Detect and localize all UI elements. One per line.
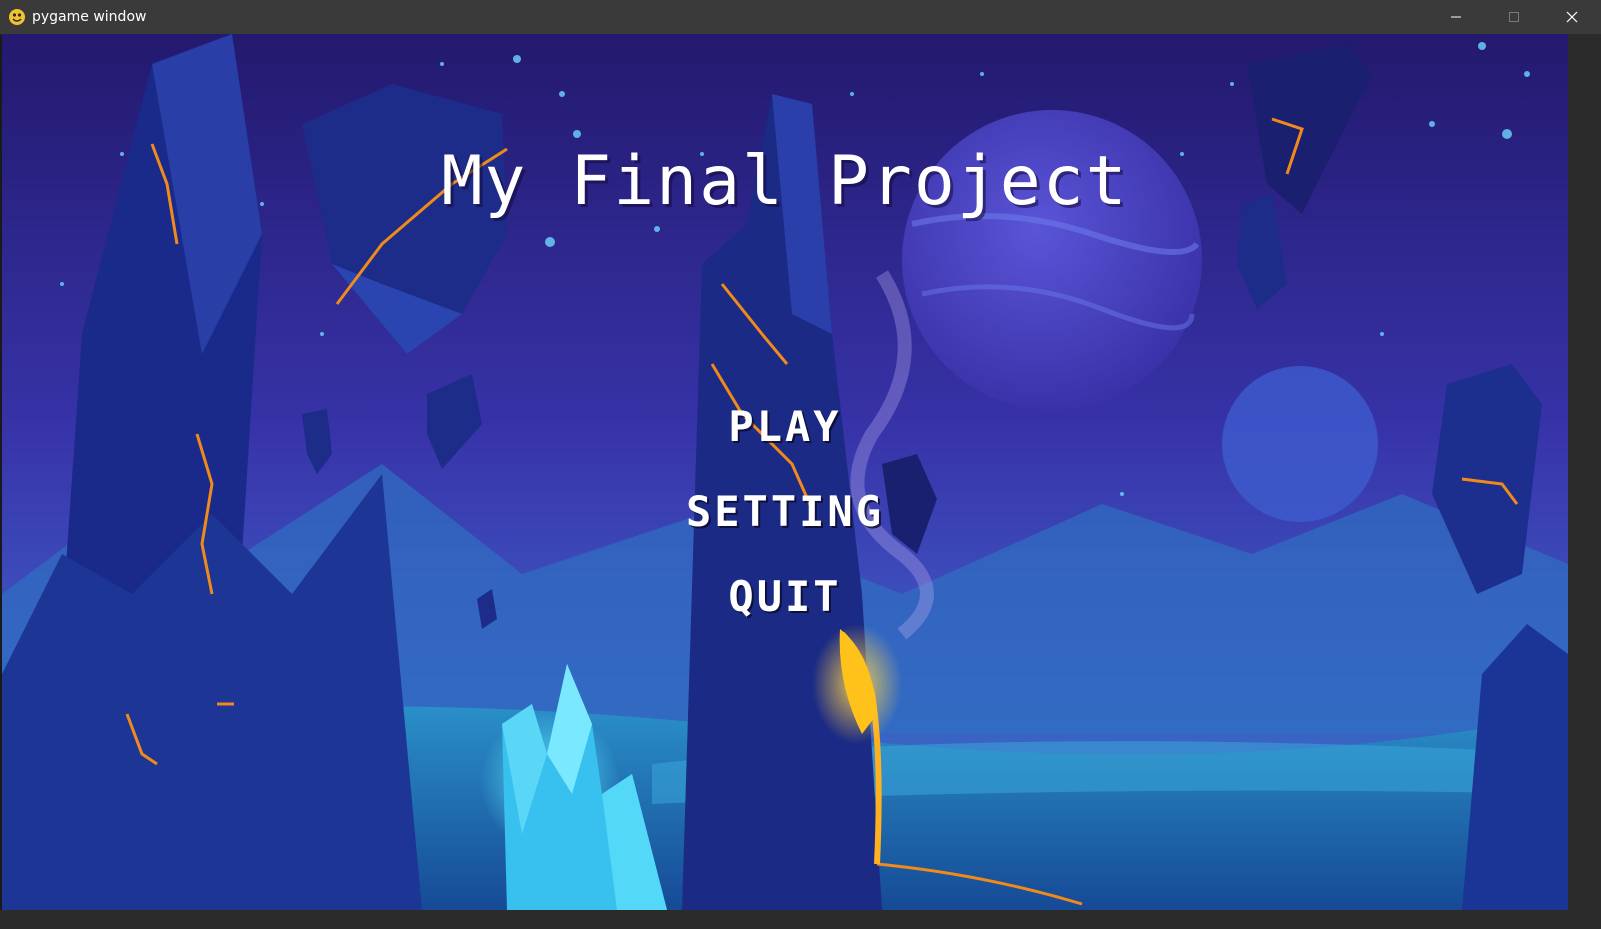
play-button[interactable]: PLAY — [2, 402, 1568, 451]
minimize-icon — [1451, 16, 1461, 18]
game-canvas[interactable]: My Final Project PLAY SETTING QUIT — [2, 34, 1568, 910]
maximize-button[interactable] — [1485, 0, 1543, 34]
close-button[interactable] — [1543, 0, 1601, 34]
window-frame-bottom — [0, 910, 1601, 929]
setting-button[interactable]: SETTING — [2, 487, 1568, 536]
pygame-snake-icon — [8, 8, 26, 26]
window-title: pygame window — [32, 9, 147, 25]
pygame-window: pygame window My Final Project PLAY SETT… — [0, 0, 1601, 929]
title-bar[interactable]: pygame window — [0, 0, 1601, 35]
minimize-button[interactable] — [1427, 0, 1485, 34]
close-icon — [1566, 11, 1578, 23]
game-title: My Final Project — [441, 142, 1129, 221]
quit-button[interactable]: QUIT — [2, 572, 1568, 621]
maximize-icon — [1509, 12, 1519, 22]
window-frame-right — [1568, 34, 1601, 929]
